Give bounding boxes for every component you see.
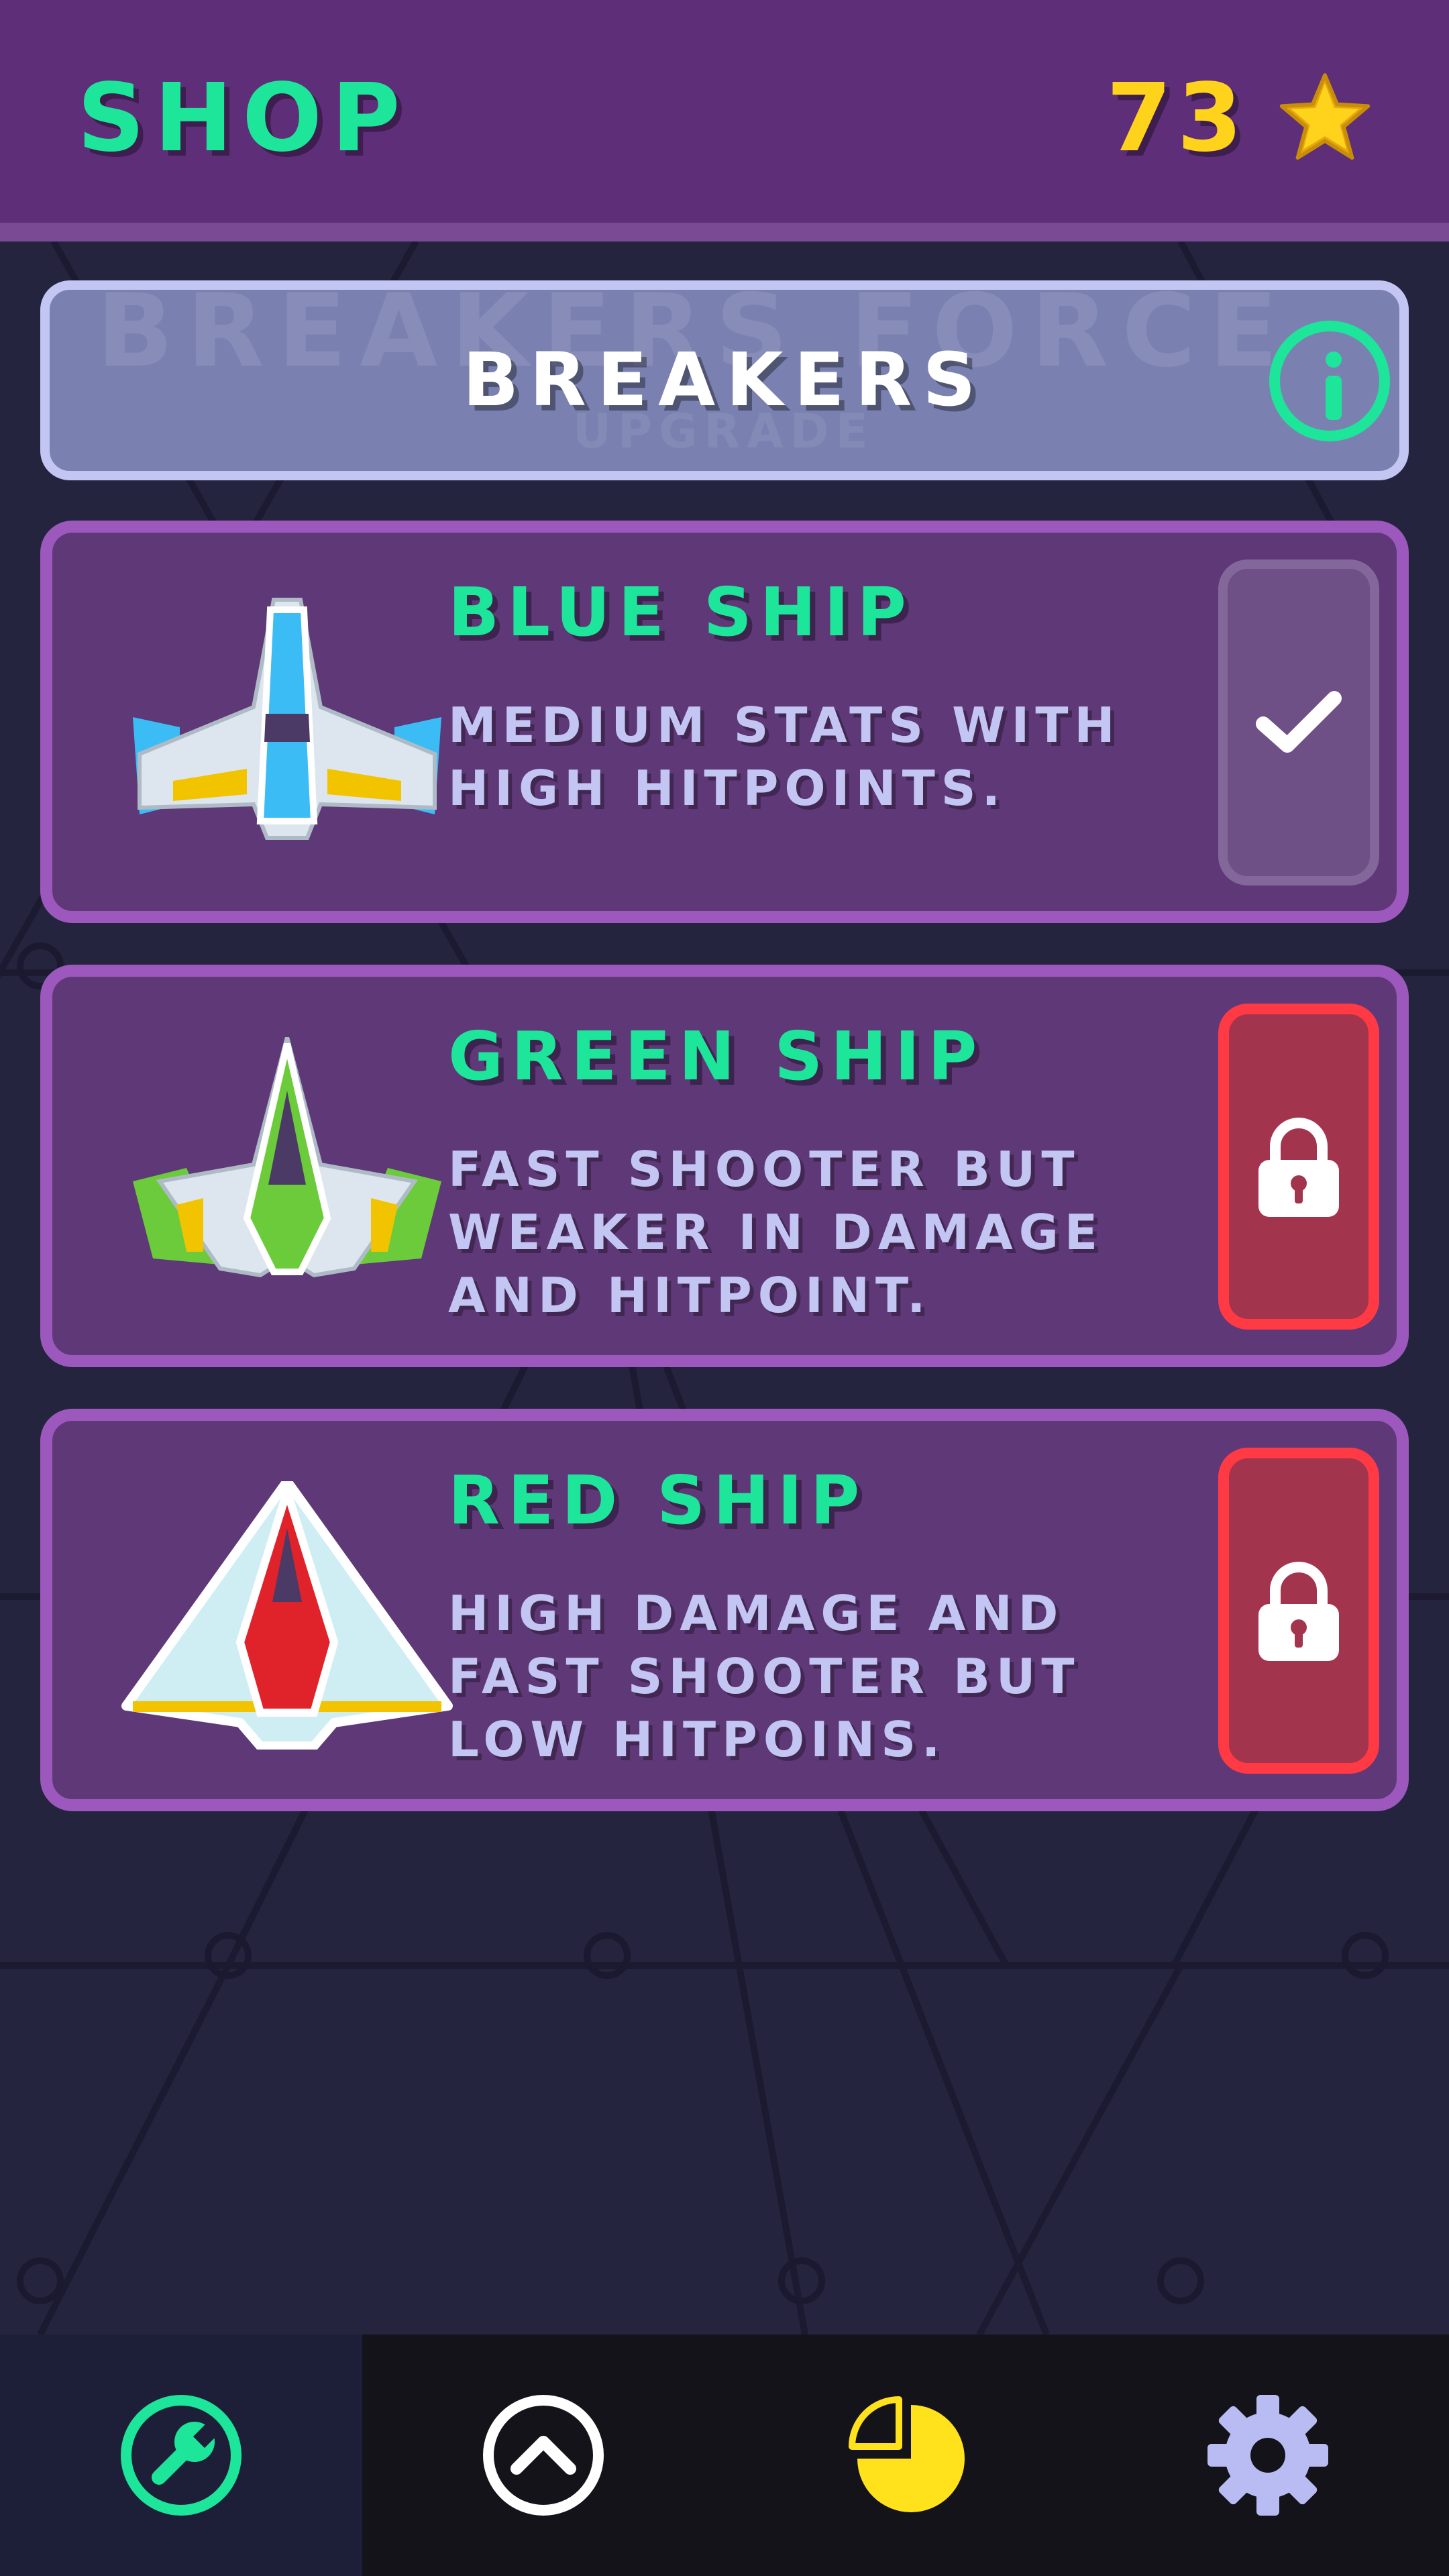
header-bar: SHOP 73 <box>0 0 1449 241</box>
info-icon-bar <box>1326 376 1342 420</box>
star-icon <box>1279 73 1371 160</box>
ship-description: HIGH DAMAGE AND FAST SHOOTER BUT LOW HIT… <box>448 1585 1081 1768</box>
page-title: SHOP <box>77 64 410 173</box>
pie-chart-icon <box>849 2396 965 2512</box>
info-button[interactable] <box>1269 321 1390 441</box>
wrench-icon <box>121 2395 241 2516</box>
ship-name: BLUE SHIP <box>448 573 914 651</box>
ship-description: MEDIUM STATS WITH HIGH HITPOINTS. <box>448 697 1121 816</box>
category-label: BREAKERS <box>462 337 987 423</box>
lock-icon <box>1258 1118 1339 1217</box>
blue-ship-icon <box>133 598 441 840</box>
select-button[interactable] <box>1218 559 1379 885</box>
bottom-nav <box>0 2334 1449 2576</box>
nav-shop[interactable] <box>724 2334 1087 2576</box>
ship-card-green[interactable]: GREEN SHIP FAST SHOOTER BUT WEAKER IN DA… <box>40 965 1409 1367</box>
lock-icon <box>1258 1562 1339 1661</box>
ship-name: RED SHIP <box>448 1461 868 1540</box>
locked-button[interactable] <box>1218 1448 1379 1774</box>
nav-settings[interactable] <box>1087 2334 1449 2576</box>
star-count: 73 <box>1106 64 1248 173</box>
ship-card-red[interactable]: RED SHIP HIGH DAMAGE AND FAST SHOOTER BU… <box>40 1409 1409 1811</box>
nav-upgrade[interactable] <box>0 2334 362 2576</box>
green-ship-icon <box>133 1037 441 1278</box>
chevron-up-icon <box>483 2395 604 2516</box>
ship-card-blue[interactable]: BLUE SHIP MEDIUM STATS WITH HIGH HITPOIN… <box>40 521 1409 923</box>
red-ship-icon <box>121 1481 453 1750</box>
checkmark-icon <box>1256 691 1342 753</box>
ship-name: GREEN SHIP <box>448 1017 985 1095</box>
ship-description: FAST SHOOTER BUT WEAKER IN DAMAGE AND HI… <box>448 1141 1104 1324</box>
locked-button[interactable] <box>1218 1004 1379 1330</box>
category-banner: BREAKERS FORCE UPGRADE BREAKERS <box>40 280 1409 480</box>
gear-icon <box>1208 2395 1328 2516</box>
info-icon <box>1326 352 1342 368</box>
nav-levels[interactable] <box>362 2334 724 2576</box>
